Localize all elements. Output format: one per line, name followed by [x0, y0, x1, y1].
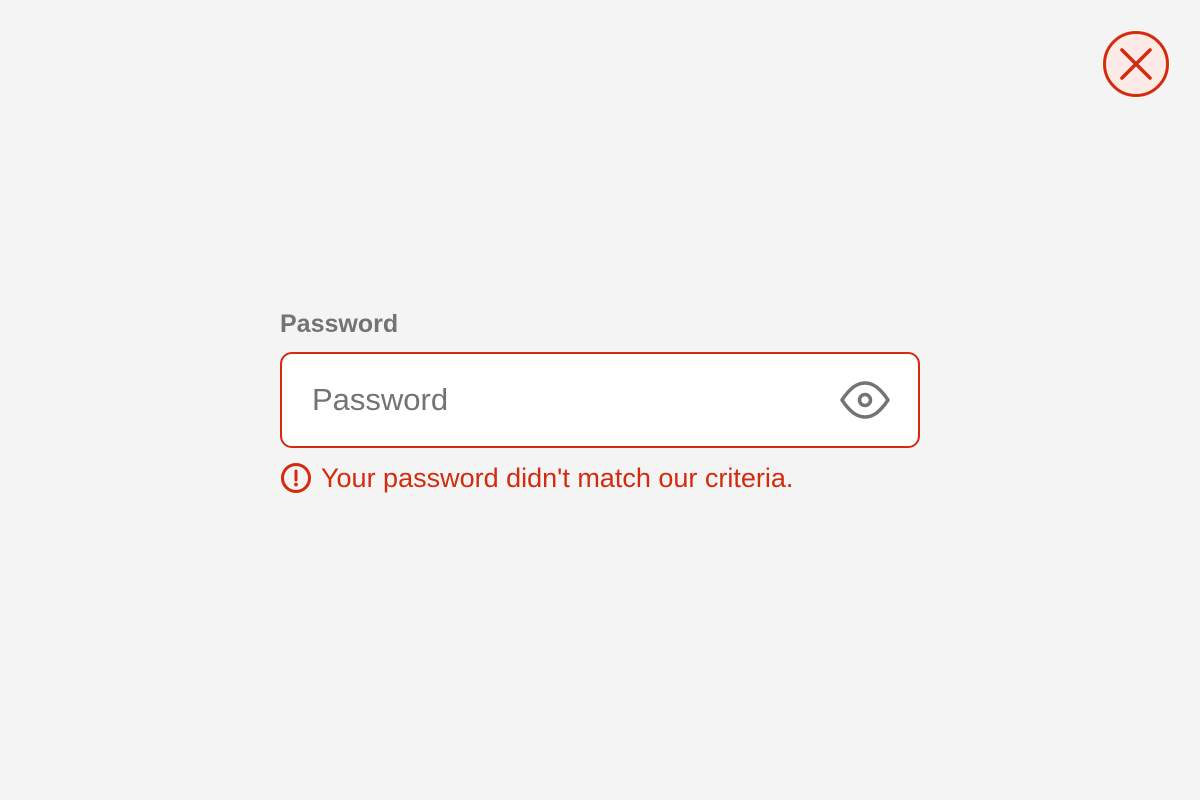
password-field-group: Password Your password didn't match our … [280, 308, 920, 496]
password-input[interactable] [312, 354, 822, 446]
show-password-button[interactable] [838, 377, 892, 423]
password-form-page: Password Your password didn't match our … [0, 0, 1200, 800]
close-button[interactable] [1102, 30, 1170, 98]
password-input-box [280, 352, 920, 448]
alert-circle-icon [280, 462, 312, 494]
password-error: Your password didn't match our criteria. [280, 460, 920, 496]
password-error-message: Your password didn't match our criteria. [321, 463, 794, 493]
eye-icon [840, 381, 890, 419]
close-circle-icon [1103, 31, 1169, 97]
password-label: Password [280, 310, 399, 338]
